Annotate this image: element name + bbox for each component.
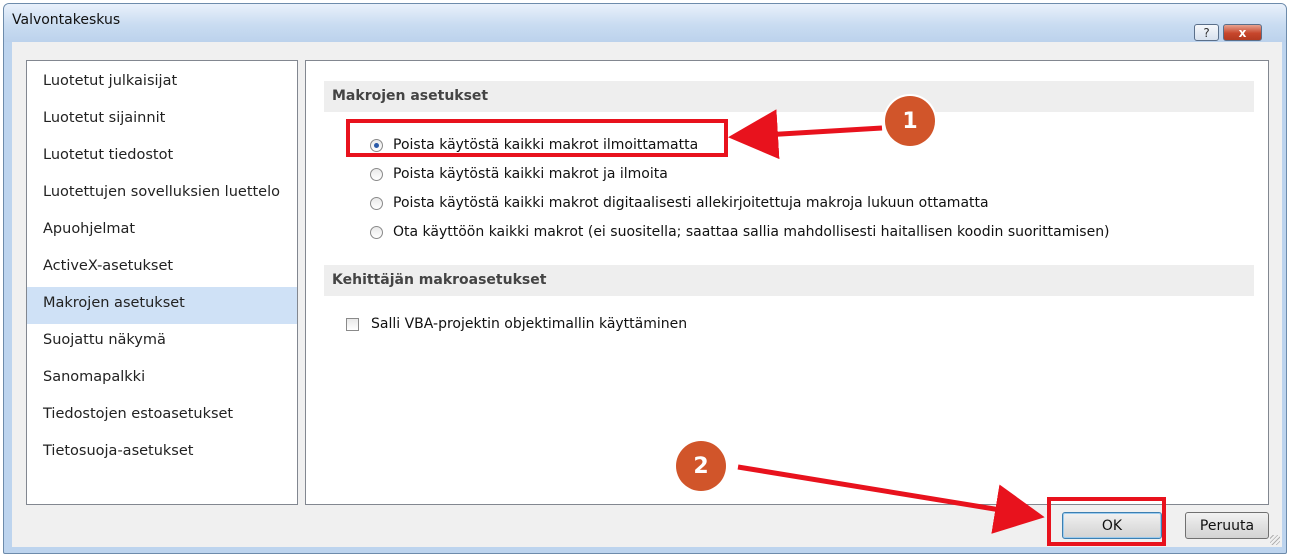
arrow-2 (737, 464, 1045, 534)
arrow-1 (728, 109, 883, 160)
highlight-box-option-1 (346, 119, 728, 157)
step-badge-1: 1 (885, 96, 935, 146)
highlight-box-ok (1047, 497, 1166, 546)
annotation-arrows (728, 109, 1045, 534)
step-badge-2: 2 (676, 441, 726, 491)
